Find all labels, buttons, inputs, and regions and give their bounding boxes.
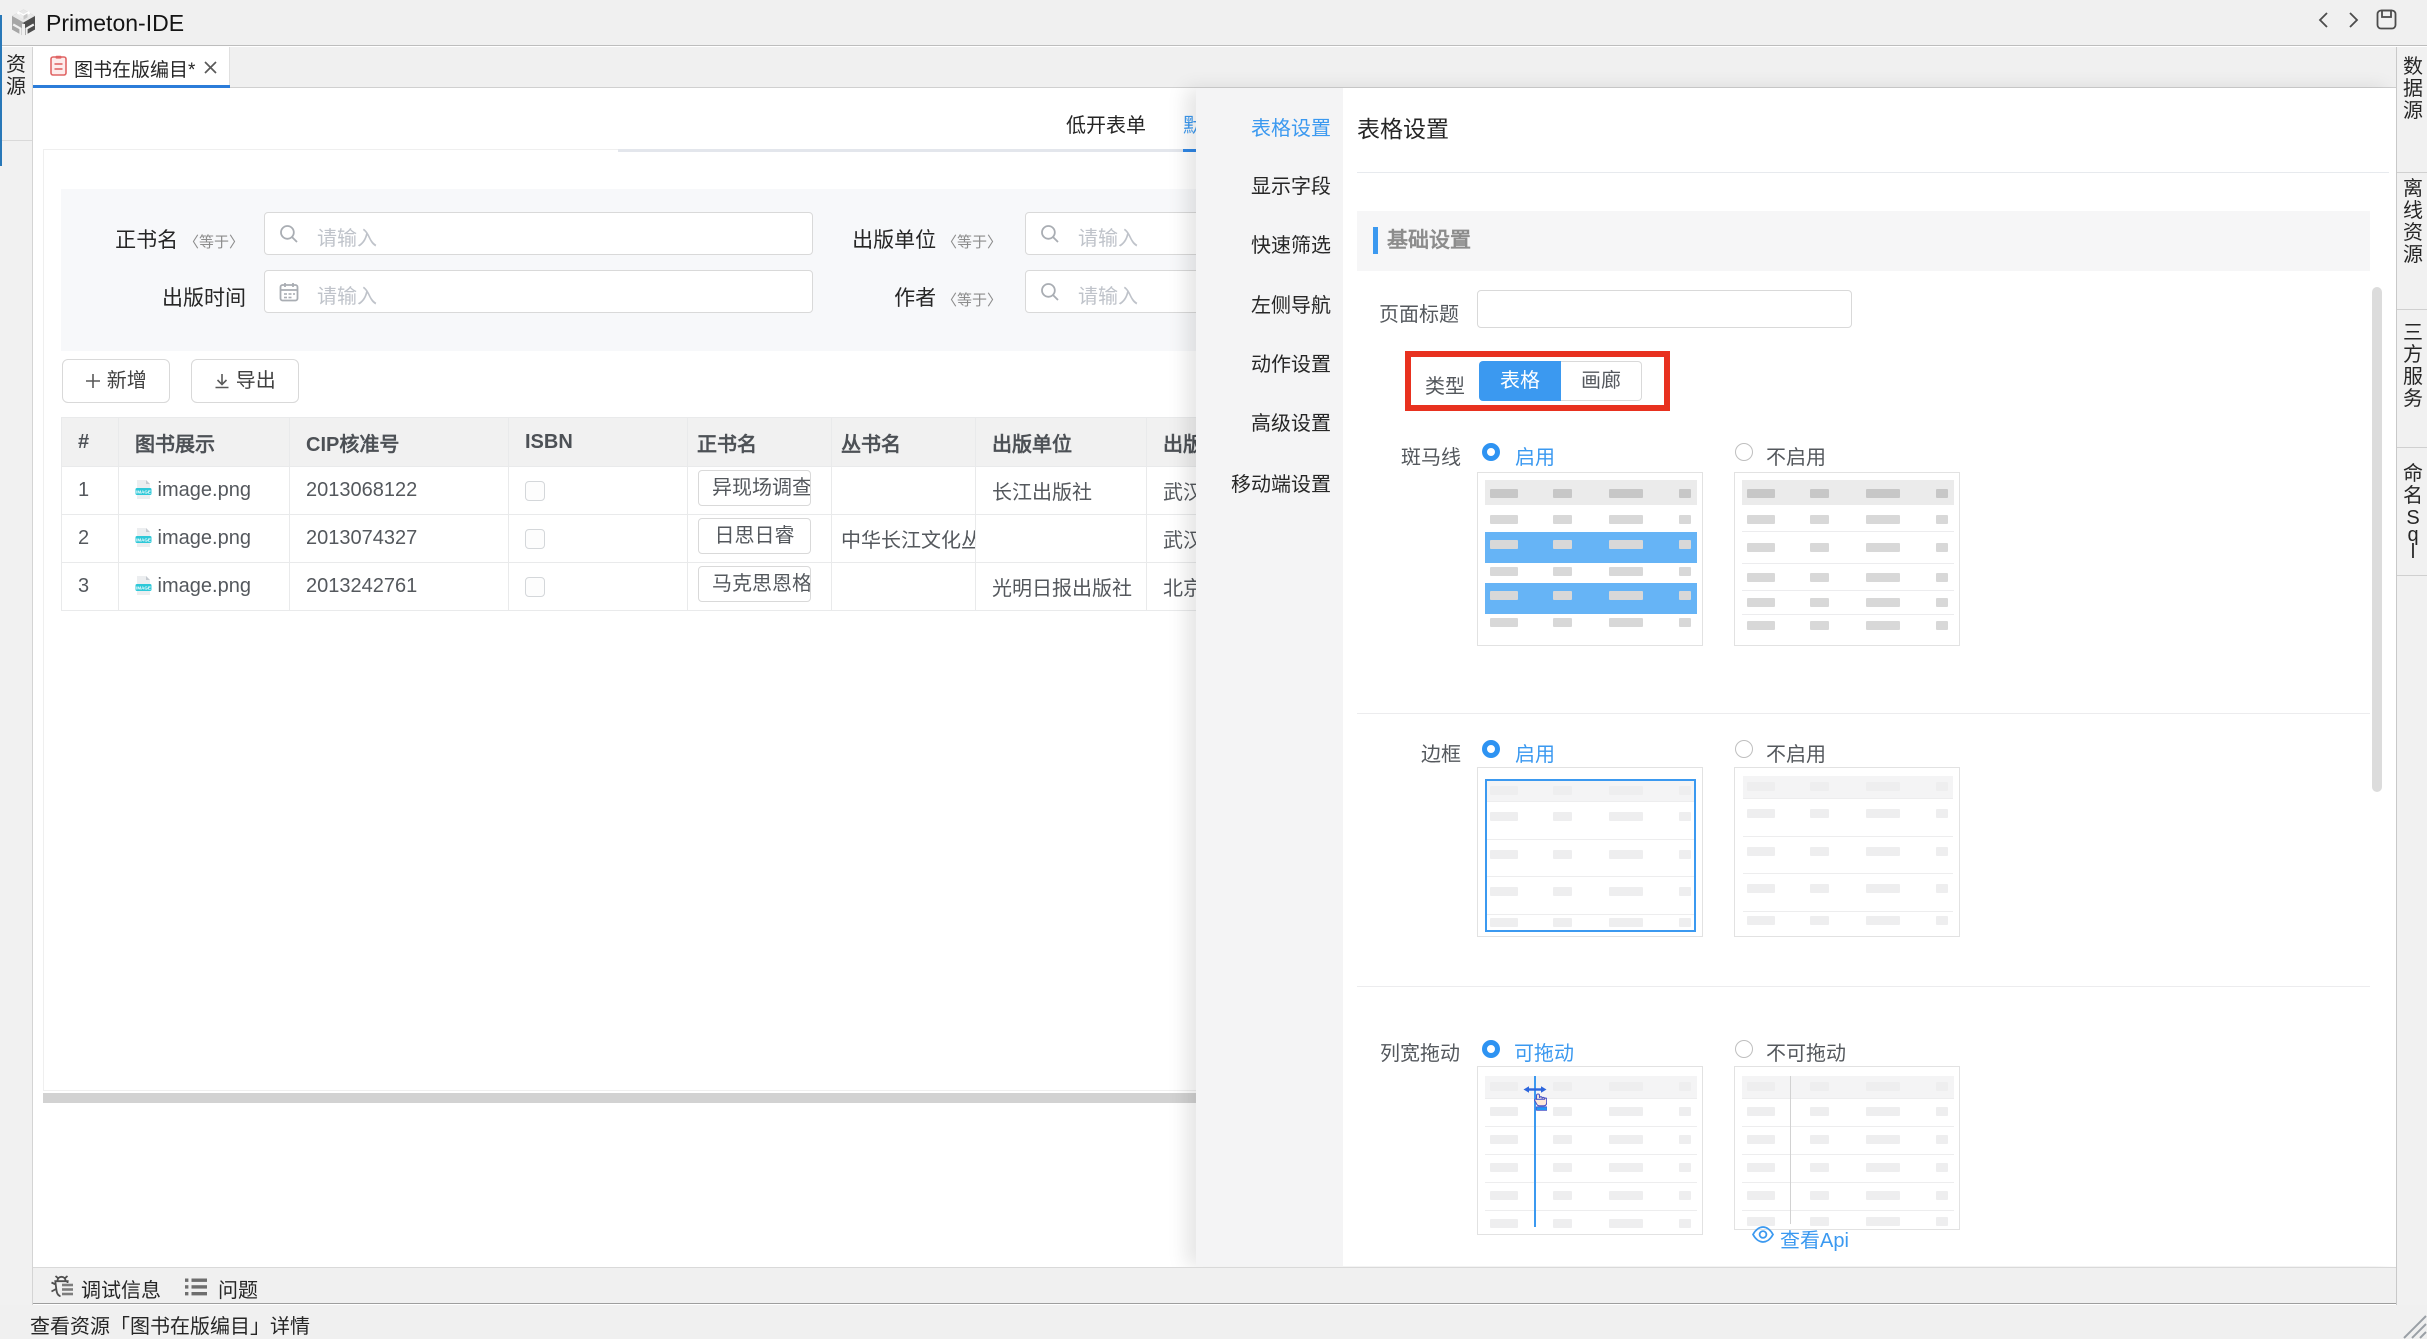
svg-text:IMAGE: IMAGE [136, 538, 151, 543]
svg-text:IMAGE: IMAGE [136, 586, 151, 591]
svg-text:IMAGE: IMAGE [136, 490, 151, 495]
